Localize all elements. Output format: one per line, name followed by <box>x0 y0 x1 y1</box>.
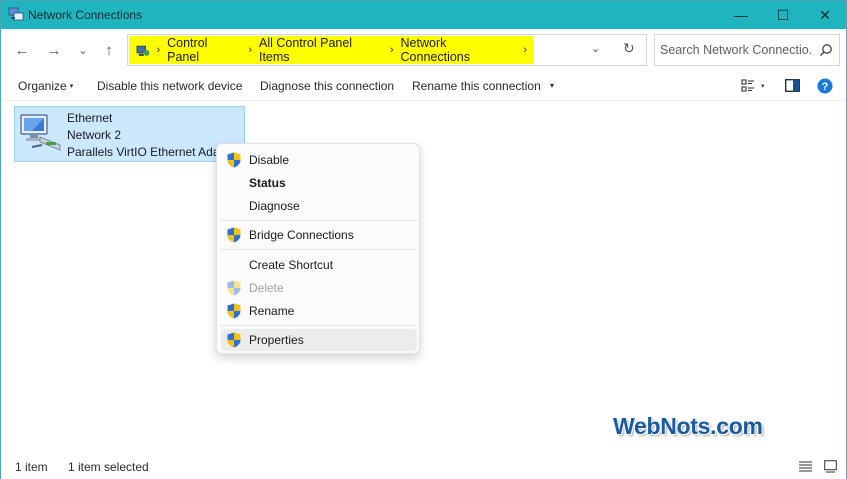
title-bar: Network Connections — ☐ ✕ <box>1 1 846 29</box>
breadcrumb: › Control Panel › All Control Panel Item… <box>129 36 534 64</box>
address-dropdown-icon[interactable]: ⌄ <box>591 42 600 55</box>
caret-down-icon: ▾ <box>69 83 74 90</box>
large-icons-view-icon[interactable] <box>824 460 837 473</box>
menu-item-properties[interactable]: Properties <box>221 329 417 351</box>
breadcrumb-separator: › <box>523 44 527 56</box>
menu-item-create-shortcut[interactable]: Create Shortcut <box>221 254 417 276</box>
watermark: WebNots.com <box>613 413 763 439</box>
menu-label-delete: Delete <box>249 281 284 295</box>
search-box <box>654 34 840 66</box>
minimize-button[interactable]: — <box>718 1 764 29</box>
menu-item-bridge-connections[interactable]: Bridge Connections <box>221 224 417 246</box>
network-connections-icon <box>8 7 24 21</box>
back-button[interactable]: ← <box>11 41 33 59</box>
maximize-icon: ☐ <box>776 6 790 23</box>
breadcrumb-separator: › <box>389 44 394 56</box>
search-icon[interactable] <box>819 43 833 57</box>
arrow-left-icon: ← <box>14 41 30 59</box>
menu-separator <box>221 249 417 250</box>
uac-shield-icon <box>227 280 241 296</box>
navigation-bar: ← → ⌄ ↑ › Control Panel › All Control Pa… <box>1 29 846 71</box>
breadcrumb-separator: › <box>248 44 252 56</box>
window-title: Network Connections <box>28 8 143 22</box>
more-commands-icon[interactable]: ▾ <box>550 81 554 90</box>
organize-menu[interactable]: Organize ▾ <box>18 79 73 93</box>
explorer-window: Network Connections — ☐ ✕ ← → ⌄ ↑ › Cont… <box>0 0 847 479</box>
menu-label-properties: Properties <box>249 333 304 347</box>
ethernet-connection-item[interactable]: Ethernet Network 2 Parallels VirtIO Ethe… <box>14 106 245 162</box>
disable-device-button[interactable]: Disable this network device <box>97 79 242 93</box>
organize-label: Organize <box>18 79 67 93</box>
uac-shield-icon <box>227 303 241 319</box>
menu-label-rename: Rename <box>249 304 295 318</box>
search-input[interactable] <box>660 41 812 59</box>
menu-item-rename[interactable]: Rename <box>221 300 417 322</box>
menu-label-bridge-connections: Bridge Connections <box>249 228 354 242</box>
connection-name: Ethernet <box>67 111 113 125</box>
breadcrumb-control-panel[interactable]: Control Panel <box>167 36 240 64</box>
control-panel-icon <box>136 45 150 56</box>
uac-shield-icon <box>227 332 241 348</box>
connection-adapter: Parallels VirtIO Ethernet Ada <box>67 145 220 159</box>
item-count: 1 item <box>15 460 48 474</box>
address-bar[interactable]: › Control Panel › All Control Panel Item… <box>127 34 647 66</box>
menu-label-create-shortcut: Create Shortcut <box>249 258 334 272</box>
menu-label-disable: Disable <box>249 153 290 167</box>
menu-item-delete: Delete <box>221 277 417 299</box>
svg-text:?: ? <box>822 81 829 93</box>
rename-connection-button[interactable]: Rename this connection <box>412 79 541 93</box>
recent-locations-button[interactable]: ⌄ <box>72 41 94 59</box>
diagnose-connection-button[interactable]: Diagnose this connection <box>260 79 394 93</box>
preview-pane-icon[interactable] <box>785 79 800 92</box>
menu-item-disable[interactable]: Disable <box>221 149 417 171</box>
minimize-icon: — <box>734 7 748 23</box>
change-view-icon[interactable] <box>741 79 755 93</box>
caret-down-icon[interactable]: ▾ <box>761 82 765 90</box>
arrow-right-icon: → <box>46 41 62 59</box>
arrow-up-icon: ↑ <box>105 41 113 59</box>
close-icon: ✕ <box>819 6 831 23</box>
forward-button[interactable]: → <box>43 41 65 59</box>
menu-label-diagnose: Diagnose <box>249 199 300 213</box>
close-button[interactable]: ✕ <box>802 1 847 29</box>
maximize-button[interactable]: ☐ <box>760 1 806 29</box>
ethernet-adapter-icon <box>20 114 61 151</box>
help-icon[interactable]: ? <box>817 78 833 94</box>
menu-item-diagnose[interactable]: Diagnose <box>221 195 417 217</box>
refresh-icon[interactable]: ↻ <box>623 40 635 57</box>
breadcrumb-all-control-panel-items[interactable]: All Control Panel Items <box>259 36 382 64</box>
command-bar: Organize ▾ Disable this network device Di… <box>1 71 846 101</box>
uac-shield-icon <box>227 227 241 243</box>
breadcrumb-network-connections[interactable]: Network Connections <box>401 36 516 64</box>
menu-separator <box>221 325 417 326</box>
breadcrumb-separator: › <box>156 44 161 56</box>
status-bar: 1 item 1 item selected <box>1 454 846 479</box>
context-menu: Disable Status Diagnose Bridge Connectio… <box>216 143 420 354</box>
file-list: Ethernet Network 2 Parallels VirtIO Ethe… <box>1 101 846 454</box>
menu-label-status: Status <box>249 176 286 190</box>
uac-shield-icon <box>227 152 241 168</box>
connection-network: Network 2 <box>67 128 122 142</box>
chevron-down-icon: ⌄ <box>78 44 88 57</box>
up-button[interactable]: ↑ <box>98 41 120 59</box>
menu-separator <box>221 220 417 221</box>
selected-count: 1 item selected <box>68 460 149 474</box>
menu-item-status[interactable]: Status <box>221 172 417 194</box>
details-view-icon[interactable] <box>799 461 812 472</box>
